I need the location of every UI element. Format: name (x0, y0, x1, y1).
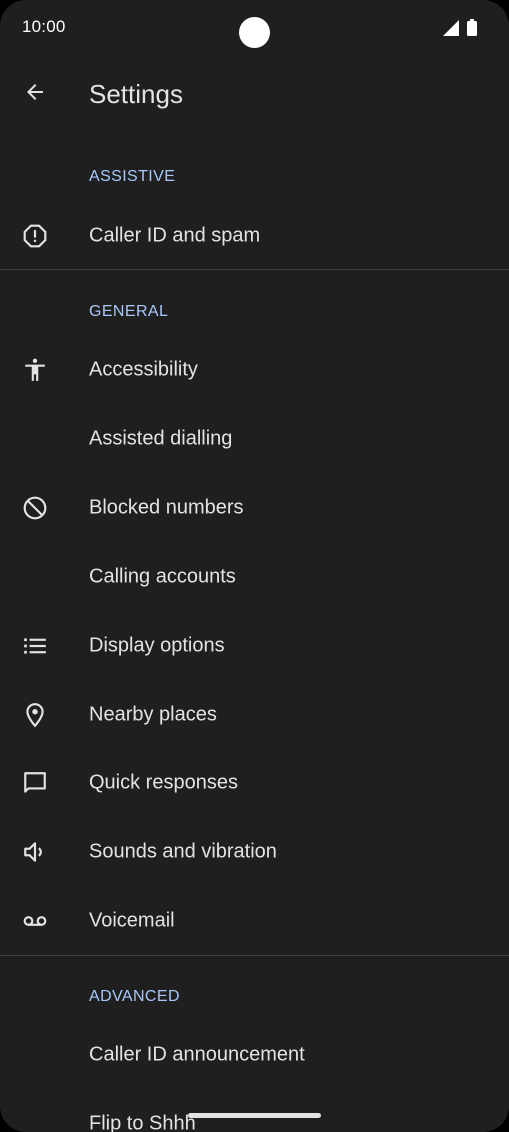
section-header-advanced: ADVANCED (89, 988, 180, 1005)
settings-item-label: Assisted dialling (89, 427, 233, 449)
arrow-back-icon (23, 80, 47, 109)
settings-item-label: Nearby places (89, 703, 217, 725)
settings-item-caller-id-announcement[interactable]: Caller ID announcement (0, 1020, 509, 1089)
settings-item-display-options[interactable]: Display options (0, 611, 509, 680)
signal-icon (443, 19, 459, 36)
settings-item-label: Sounds and vibration (89, 840, 277, 862)
settings-item-nearby-places[interactable]: Nearby places (0, 680, 509, 749)
settings-item-label: Caller ID announcement (89, 1043, 305, 1065)
settings-item-label: Caller ID and spam (89, 224, 261, 246)
settings-item-label: Voicemail (89, 909, 175, 931)
settings-item-flip-to-shhh[interactable]: Flip to Shhh (0, 1089, 509, 1132)
chat-bubble-icon (19, 767, 51, 799)
settings-item-caller-id-spam[interactable]: Caller ID and spam (0, 201, 509, 270)
settings-item-label: Blocked numbers (89, 496, 244, 518)
status-bar: 10:00 (0, 0, 509, 56)
camera-cutout (239, 17, 270, 48)
status-icons (443, 19, 477, 36)
settings-item-label: Accessibility (89, 358, 198, 380)
volume-icon (19, 836, 51, 868)
settings-item-label: Quick responses (89, 771, 238, 793)
list-icon (19, 630, 51, 662)
settings-item-label: Flip to Shhh (89, 1112, 196, 1132)
location-pin-icon (19, 699, 51, 731)
settings-item-assisted-dialling[interactable]: Assisted dialling (0, 404, 509, 473)
settings-item-quick-responses[interactable]: Quick responses (0, 748, 509, 817)
settings-item-calling-accounts[interactable]: Calling accounts (0, 542, 509, 611)
settings-item-voicemail[interactable]: Voicemail (0, 886, 509, 955)
settings-item-label: Display options (89, 634, 225, 656)
settings-item-label: Calling accounts (89, 565, 236, 587)
gesture-navigation-bar[interactable] (188, 1113, 321, 1118)
page-title: Settings (89, 79, 183, 109)
settings-item-sounds-vibration[interactable]: Sounds and vibration (0, 817, 509, 886)
settings-screen: 10:00 Settings ASSISTIVE Caller ID and s… (0, 0, 509, 1132)
settings-item-accessibility[interactable]: Accessibility (0, 335, 509, 404)
battery-icon (467, 19, 477, 36)
divider (0, 269, 509, 270)
status-time: 10:00 (22, 17, 66, 36)
app-bar: Settings (0, 64, 509, 126)
settings-item-blocked-numbers[interactable]: Blocked numbers (0, 473, 509, 542)
block-icon (19, 492, 51, 524)
section-header-assistive: ASSISTIVE (89, 168, 176, 185)
accessibility-icon (19, 354, 51, 386)
divider (0, 955, 509, 956)
alert-octagon-icon (19, 220, 51, 252)
section-header-general: GENERAL (89, 303, 169, 320)
back-button[interactable] (13, 72, 57, 116)
voicemail-icon (19, 905, 51, 937)
